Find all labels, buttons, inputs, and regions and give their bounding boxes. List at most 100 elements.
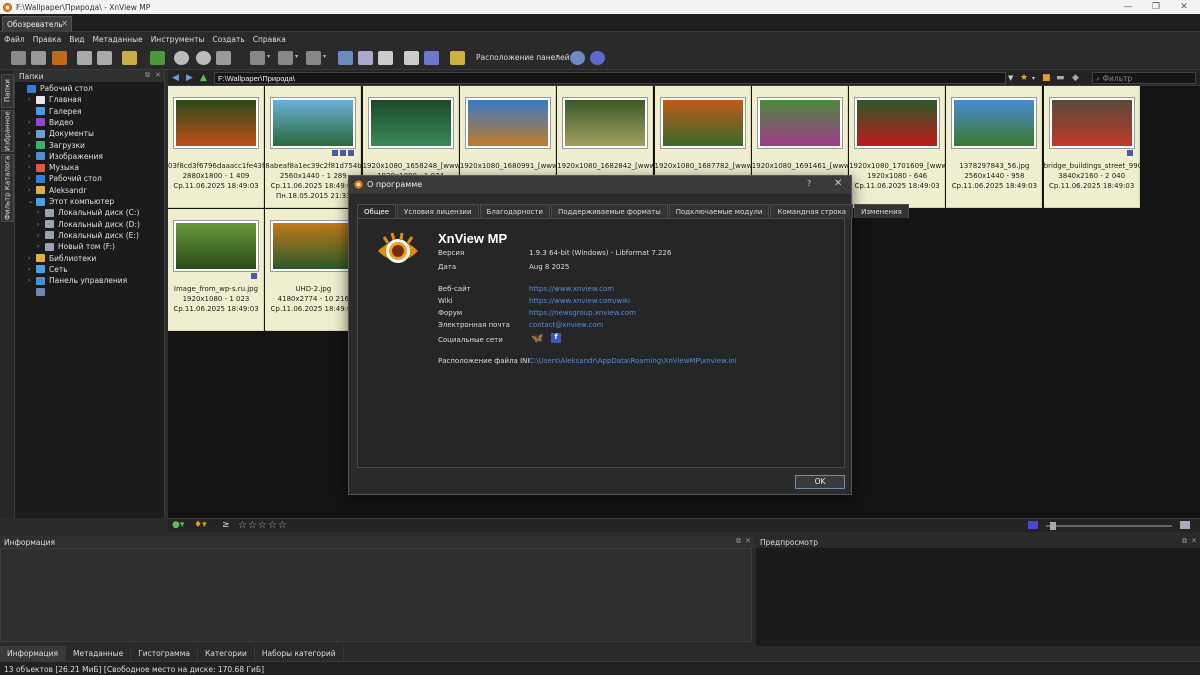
tab-browser[interactable]: Обозреватель ✕ — [2, 16, 72, 32]
folder-tree-item[interactable]: › Главная — [28, 94, 81, 105]
folder-icon[interactable]: ■ — [1042, 73, 1051, 83]
rotate-right-icon[interactable] — [196, 51, 211, 65]
dialog-tab-formats[interactable]: Поддерживаемые форматы — [550, 204, 668, 218]
folder-tree-item[interactable]: › Локальный диск (D:) — [37, 219, 140, 230]
tree-expander-icon[interactable]: › — [28, 142, 36, 149]
folder-tree-item[interactable]: › Загрузки — [28, 140, 85, 151]
menu-file[interactable]: Файл — [4, 35, 25, 44]
tree-expander-icon[interactable]: › — [28, 130, 36, 137]
settings-folder-icon[interactable] — [450, 51, 465, 65]
thumbnail-item[interactable]: 1920x1080_1701609_[www... 1920x1080 - 646… — [849, 86, 946, 208]
thumbnail-item[interactable]: UHD-2.jpg 4180x2774 - 10 216 Ср.11.06.2025… — [265, 209, 362, 331]
close-window-button[interactable]: ✕ — [1170, 0, 1198, 14]
thumbnails-chevron-icon[interactable]: ▾ — [295, 53, 298, 60]
thumbnail-item[interactable]: bridge_buildings_street_990... 3840x2160 … — [1043, 86, 1140, 208]
print-icon[interactable] — [404, 51, 419, 65]
preview-float-icon[interactable]: ⧉ — [1182, 537, 1187, 546]
folder-tree-item[interactable]: › Локальный диск (C:) — [37, 207, 139, 218]
edit-icon[interactable] — [216, 51, 231, 65]
info-float-icon[interactable]: ⧉ — [736, 537, 741, 546]
maximize-button[interactable]: ❐ — [1142, 0, 1170, 14]
rating-stars[interactable]: ☆☆☆☆☆ — [238, 520, 288, 531]
tag-icon[interactable]: ◆ — [1072, 73, 1079, 83]
help-icon[interactable] — [590, 51, 605, 65]
layout-chevron-icon[interactable]: ▾ — [556, 53, 559, 60]
contact-sheet-icon[interactable] — [378, 51, 393, 65]
compare-icon[interactable] — [358, 51, 373, 65]
tree-expander-icon[interactable]: › — [37, 232, 45, 239]
thumbnail-item[interactable]: 1378297843_56.jpg 2560x1440 - 958 Ср.11.06… — [946, 86, 1043, 208]
tree-expander-icon[interactable]: › — [28, 119, 36, 126]
forward-arrow-icon[interactable]: ▶ — [186, 73, 193, 83]
tree-expander-icon[interactable]: › — [28, 164, 36, 171]
tab-close-icon[interactable]: ✕ — [61, 19, 68, 28]
tree-expander-icon[interactable]: › — [28, 96, 36, 103]
ini-path-link[interactable]: C:\Users\Aleksandr\AppData\Roaming\XnVie… — [529, 357, 737, 365]
tab-histogram[interactable]: Гистограмма — [131, 646, 198, 661]
rotate-left-icon[interactable] — [174, 51, 189, 65]
thumbnail-item[interactable]: Image_from_wp-s.ru.jpg 1920x1080 - 1 023 С… — [168, 209, 264, 331]
menu-edit[interactable]: Правка — [33, 35, 62, 44]
zoom-slider-track[interactable] — [1046, 525, 1172, 527]
tree-expander-icon[interactable]: ⌄ — [28, 198, 36, 205]
dialog-tab-credits[interactable]: Благодарности — [479, 204, 550, 218]
scan-icon[interactable] — [424, 51, 439, 65]
folder-tree-item[interactable]: › Сеть — [28, 264, 68, 275]
filter-input[interactable]: ⌕ Фильтр — [1092, 72, 1196, 84]
tab-categories[interactable]: Категории — [198, 646, 255, 661]
convert-icon[interactable] — [150, 51, 165, 65]
view-grid-icon[interactable] — [1180, 521, 1190, 529]
open-image-icon[interactable] — [52, 51, 67, 65]
folder-tree-item[interactable]: Галерея — [28, 106, 81, 117]
folder-tree-item[interactable]: › Документы — [28, 128, 94, 139]
panel-close-icon[interactable]: ✕ — [155, 71, 161, 79]
menu-help[interactable]: Справка — [253, 35, 286, 44]
bluesky-icon[interactable]: 🦋 — [531, 333, 543, 344]
facebook-icon[interactable]: f — [551, 333, 561, 343]
folder-tree-item[interactable]: › Локальный диск (E:) — [37, 230, 139, 241]
tree-expander-icon[interactable]: › — [37, 209, 45, 216]
folder-tree-item[interactable]: › Рабочий стол — [28, 173, 102, 184]
fullscreen-icon[interactable] — [11, 51, 26, 65]
copy-icon[interactable] — [77, 51, 92, 65]
folder-tree-item[interactable]: › Aleksandr — [28, 185, 86, 196]
favorites-chevron-icon[interactable]: ▾ — [1032, 75, 1035, 82]
folder-tree-item[interactable]: › Музыка — [28, 162, 79, 173]
tree-expander-icon[interactable]: › — [28, 266, 36, 273]
view-mode-chevron-icon[interactable]: ▾ — [267, 53, 270, 60]
up-arrow-icon[interactable]: ▲ — [200, 73, 207, 83]
website-link[interactable]: https://www.xnview.com — [529, 285, 614, 293]
tag-green-icon[interactable]: ●▾ — [172, 520, 184, 530]
dialog-tab-cmdline[interactable]: Командная строка — [770, 204, 854, 218]
sort-icon[interactable] — [306, 51, 321, 65]
dialog-close-button[interactable]: ✕ — [834, 178, 842, 189]
menu-create[interactable]: Создать — [212, 35, 244, 44]
panel-float-icon[interactable]: ⧉ — [145, 71, 150, 80]
calendar-icon[interactable] — [338, 51, 353, 65]
thumbnails-icon[interactable] — [278, 51, 293, 65]
slideshow-icon[interactable] — [31, 51, 46, 65]
label-color-icon[interactable]: ♦▾ — [194, 520, 207, 530]
dialog-tab-license[interactable]: Условия лицензии — [397, 204, 479, 218]
tab-favorites[interactable]: Избранное — [1, 110, 14, 152]
move-icon[interactable] — [97, 51, 112, 65]
tab-info[interactable]: Информация — [0, 646, 67, 661]
forum-link[interactable]: https://newsgroup.xnview.com — [529, 309, 636, 317]
menu-metadata[interactable]: Метаданные — [93, 35, 143, 44]
gear-icon[interactable] — [570, 51, 585, 65]
thumbnail-item[interactable]: 8abeaf8a1ec39c2f81d754b8... 2560x1440 - 1… — [265, 86, 362, 208]
folder-tree-item[interactable] — [28, 286, 49, 297]
folder-tree-item[interactable]: › Библиотеки — [28, 253, 96, 264]
tab-category-sets[interactable]: Наборы категорий — [255, 646, 344, 661]
info-close-icon[interactable]: ✕ — [745, 537, 751, 545]
folder-tree-item[interactable]: › Видео — [28, 117, 73, 128]
path-history-chevron-icon[interactable]: ▼ — [1008, 74, 1013, 82]
tree-expander-icon[interactable]: › — [37, 221, 45, 228]
batch-icon[interactable] — [122, 51, 137, 65]
wiki-link[interactable]: https://www.xnview.com/wiki — [529, 297, 630, 305]
menu-view[interactable]: Вид — [69, 35, 84, 44]
path-input[interactable] — [214, 72, 1006, 84]
menu-tools[interactable]: Инструменты — [151, 35, 205, 44]
folder-tree-item[interactable]: › Панель управления — [28, 275, 127, 286]
zoom-slider-handle[interactable] — [1050, 522, 1056, 530]
